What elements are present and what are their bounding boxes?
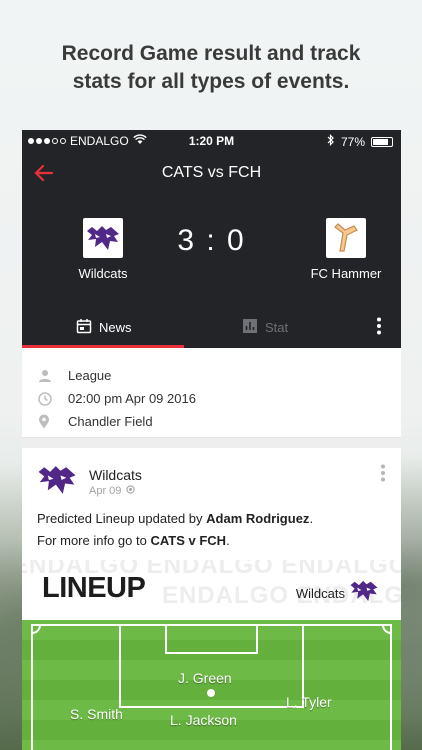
event-datetime-row: 02:00 pm Apr 09 2016 xyxy=(38,387,401,410)
event-location: Chandler Field xyxy=(68,414,153,429)
lineup-team-name: Wildcats xyxy=(295,586,345,601)
tab-stat-label: Stat xyxy=(265,320,289,335)
away-team[interactable]: FC Hammer xyxy=(291,218,401,281)
post-body: Predicted Lineup updated by Adam Rodrigu… xyxy=(22,508,401,552)
clock-icon xyxy=(38,391,68,406)
player-label[interactable]: S. Smith xyxy=(70,706,123,722)
status-bar: ENDALGO 1:20 PM 77% xyxy=(22,130,401,152)
event-datetime: 02:00 pm Apr 09 2016 xyxy=(68,391,196,406)
person-icon xyxy=(38,369,68,383)
player-label[interactable]: J. Green xyxy=(178,670,232,686)
post-updated-by[interactable]: Adam Rodriguez xyxy=(206,511,309,526)
event-category: League xyxy=(68,368,112,383)
post-text-suffix: . xyxy=(309,511,314,526)
post-line2-suffix: . xyxy=(226,533,230,548)
post-date: Apr 09 xyxy=(89,485,122,497)
location-pin-icon xyxy=(38,414,68,429)
player-label[interactable]: L. Tyler xyxy=(286,694,332,710)
event-info: League 02:00 pm Apr 09 2016 Chandler Fie… xyxy=(22,348,401,438)
lineup-card[interactable]: ENDALGO ENDALGO ENDALGO ENDALGO ENDALGO … xyxy=(22,560,401,750)
post-line2-prefix: For more info go to xyxy=(37,533,151,548)
tab-news-label: News xyxy=(99,320,132,335)
post-line-1: Predicted Lineup updated by Adam Rodrigu… xyxy=(37,508,386,530)
page-title: CATS vs FCH xyxy=(161,164,262,181)
soccer-pitch: J. Green L. Tyler S. Smith L. Jackson xyxy=(22,620,401,750)
post-more-icon[interactable] xyxy=(381,464,385,487)
tab-bar: News Stat xyxy=(22,304,401,348)
event-location-row: Chandler Field xyxy=(38,410,401,433)
promo-headline-line1: Record Game result and track xyxy=(61,42,361,65)
more-vert-icon[interactable] xyxy=(377,317,381,340)
post-date-row: Apr 09 xyxy=(89,485,136,497)
post-text-prefix: Predicted Lineup updated by xyxy=(37,511,207,526)
fc-hammer-logo-icon xyxy=(326,218,366,258)
home-team-name: Wildcats xyxy=(78,266,128,281)
battery-percent: 77% xyxy=(340,134,365,149)
section-divider xyxy=(22,438,401,448)
wildcats-logo-icon xyxy=(349,580,379,607)
tab-news[interactable]: News xyxy=(76,318,132,337)
scoreboard: Wildcats 3 : 0 FC Hammer xyxy=(22,194,401,304)
lineup-title: LINEUP xyxy=(42,572,146,604)
battery-icon xyxy=(371,136,393,147)
post-match-link[interactable]: CATS v FCH xyxy=(150,533,226,548)
globe-icon xyxy=(126,485,136,497)
bluetooth-icon xyxy=(327,134,335,149)
phone-screen: ENDALGO 1:20 PM 77% CATS vs FCH Wildcats… xyxy=(22,130,401,750)
tab-stat[interactable]: Stat xyxy=(242,318,288,337)
post-author[interactable]: Wildcats xyxy=(89,467,142,483)
post-line-2: For more info go to CATS v FCH. xyxy=(37,530,386,552)
promo-headline: Record Game result and track stats for a… xyxy=(0,40,422,96)
promo-headline-line2: stats for all types of events. xyxy=(72,70,350,93)
news-post: Wildcats Apr 09 Predicted Lineup updated… xyxy=(22,448,401,750)
event-category-row: League xyxy=(38,364,401,387)
active-tab-indicator xyxy=(22,345,184,348)
wildcats-logo-icon xyxy=(37,465,77,500)
player-label[interactable]: L. Jackson xyxy=(170,712,237,728)
app-bar: CATS vs FCH xyxy=(22,152,401,194)
calendar-icon xyxy=(76,318,92,337)
away-team-name: FC Hammer xyxy=(310,266,382,281)
bar-chart-icon xyxy=(242,318,258,337)
